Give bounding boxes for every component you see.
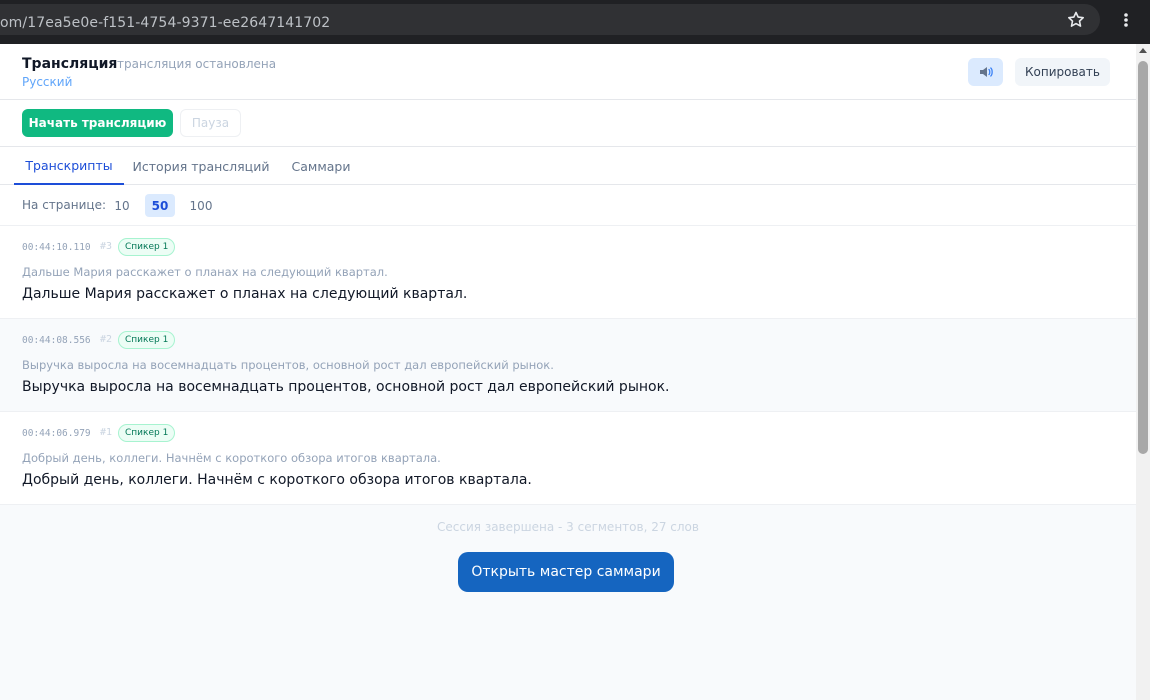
segment-number: #1	[100, 427, 113, 438]
segment-interim-text: Выручка выросла на восемнадцать проценто…	[22, 358, 554, 372]
page: Трансляция трансляция остановлена Русски…	[0, 44, 1136, 700]
tab-stream-history[interactable]: История трансляций	[132, 147, 270, 185]
page-size-label: На странице:	[22, 198, 106, 212]
segment-timestamp: 00:44:10.110	[22, 242, 91, 253]
transcript-segment: 00:44:08.556 #2 Спикер 1 Выручка выросла…	[0, 319, 1136, 412]
segment-interim-text: Дальше Мария расскажет о планах на следу…	[22, 265, 388, 279]
segment-text: Выручка выросла на восемнадцать проценто…	[22, 379, 670, 395]
scrollbar-thumb[interactable]	[1138, 61, 1148, 454]
start-stream-button[interactable]: Начать трансляцию	[22, 109, 173, 137]
audio-toggle-button[interactable]	[968, 58, 1003, 86]
stream-controls: Начать трансляцию Пауза	[0, 100, 1136, 147]
segment-timestamp: 00:44:08.556	[22, 335, 91, 346]
browser-menu-icon[interactable]	[1118, 8, 1134, 32]
page-size-selector: На странице: 10 50 100	[0, 185, 1136, 226]
page-scrollbar[interactable]	[1136, 44, 1150, 700]
address-bar[interactable]: om/17ea5e0e-f151-4754-9371-ee2647141702	[0, 4, 1100, 35]
segment-interim-text: Добрый день, коллеги. Начнём с короткого…	[22, 451, 441, 465]
segment-number: #2	[100, 334, 113, 345]
transcript-segment: 00:44:06.979 #1 Спикер 1 Добрый день, ко…	[0, 412, 1136, 505]
browser-toolbar: om/17ea5e0e-f151-4754-9371-ee2647141702	[0, 0, 1150, 44]
speaker-icon	[979, 67, 993, 77]
page-size-50[interactable]: 50	[145, 194, 175, 217]
pause-button[interactable]: Пауза	[180, 109, 241, 137]
language-label: Русский	[22, 75, 73, 89]
speaker-badge: Спикер 1	[118, 238, 176, 256]
segment-text: Дальше Мария расскажет о планах на следу…	[22, 286, 468, 302]
tab-transcripts[interactable]: Транскрипты	[14, 147, 124, 185]
page-size-10[interactable]: 10	[110, 194, 134, 217]
bookmark-star-icon[interactable]	[1064, 8, 1088, 32]
tab-summary[interactable]: Саммари	[282, 147, 360, 185]
segment-timestamp: 00:44:06.979	[22, 428, 91, 439]
speaker-badge: Спикер 1	[118, 331, 176, 349]
transcript-segment: 00:44:10.110 #3 Спикер 1 Дальше Мария ра…	[0, 226, 1136, 319]
page-size-100[interactable]: 100	[186, 194, 216, 217]
open-summary-wizard-button[interactable]: Открыть мастер саммари	[458, 552, 674, 592]
copy-button[interactable]: Копировать	[1015, 58, 1110, 86]
session-summary-line: Сессия завершена - 3 сегментов, 27 слов	[437, 520, 699, 534]
page-header: Трансляция трансляция остановлена Русски…	[0, 44, 1136, 100]
segment-number: #3	[100, 241, 113, 252]
segment-text: Добрый день, коллеги. Начнём с короткого…	[22, 472, 532, 488]
scroll-up-arrow-icon[interactable]	[1139, 48, 1147, 53]
speaker-badge: Спикер 1	[118, 424, 176, 442]
tab-bar: Транскрипты История трансляций Саммари	[0, 147, 1136, 185]
stream-status: трансляция остановлена	[117, 57, 277, 71]
url-text[interactable]: om/17ea5e0e-f151-4754-9371-ee2647141702	[0, 15, 330, 31]
page-title: Трансляция	[22, 56, 118, 72]
